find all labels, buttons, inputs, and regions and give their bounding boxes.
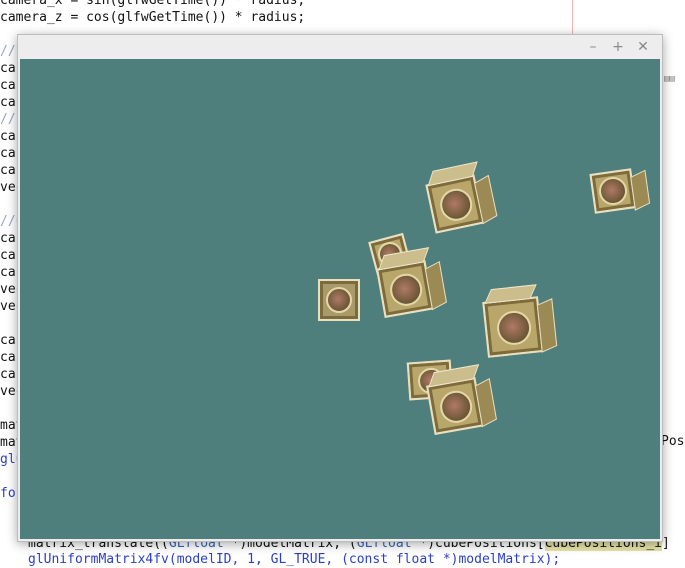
code-line-fragment-right: Pos xyxy=(661,434,685,449)
opengl-window[interactable]: – + ✕ xyxy=(17,34,663,542)
cube-8 xyxy=(426,364,497,435)
cube-face-texture xyxy=(437,388,475,426)
cube-face-texture xyxy=(437,185,476,224)
cube-5 xyxy=(318,279,360,321)
cube-face-texture xyxy=(495,309,533,347)
cube-6 xyxy=(482,284,558,358)
render-viewport[interactable] xyxy=(20,59,660,539)
cube-face-texture xyxy=(597,175,629,207)
cube-4 xyxy=(376,247,447,318)
cube-side-face xyxy=(474,174,498,225)
minimize-button[interactable]: – xyxy=(584,38,602,56)
cube-side-face xyxy=(474,377,497,428)
cube-side-face xyxy=(630,169,651,211)
cube-2 xyxy=(589,168,651,214)
cube-face-texture xyxy=(326,287,352,313)
cube-side-face xyxy=(424,260,447,311)
code-line-uniform[interactable]: glUniformMatrix4fv(modelID, 1, GL_TRUE, … xyxy=(28,551,560,568)
cube-top-face xyxy=(484,284,537,304)
cube-face-texture xyxy=(387,271,425,309)
cube-top-face xyxy=(427,161,478,187)
maximize-button[interactable]: + xyxy=(609,38,627,56)
code-line[interactable]: camera_z = cos(glfwGetTime()) * radius; xyxy=(0,9,305,26)
minimap-glyph: ▤▤ xyxy=(664,74,675,84)
code-line[interactable]: // xyxy=(0,43,16,60)
close-button[interactable]: ✕ xyxy=(634,38,652,56)
cube-1 xyxy=(425,161,498,234)
code-token: ] xyxy=(662,536,670,551)
code-line[interactable]: camera_x = sin(glfwGetTime()) * radius; xyxy=(0,0,305,9)
cube-side-face xyxy=(536,298,558,353)
window-titlebar[interactable]: – + ✕ xyxy=(18,35,662,59)
